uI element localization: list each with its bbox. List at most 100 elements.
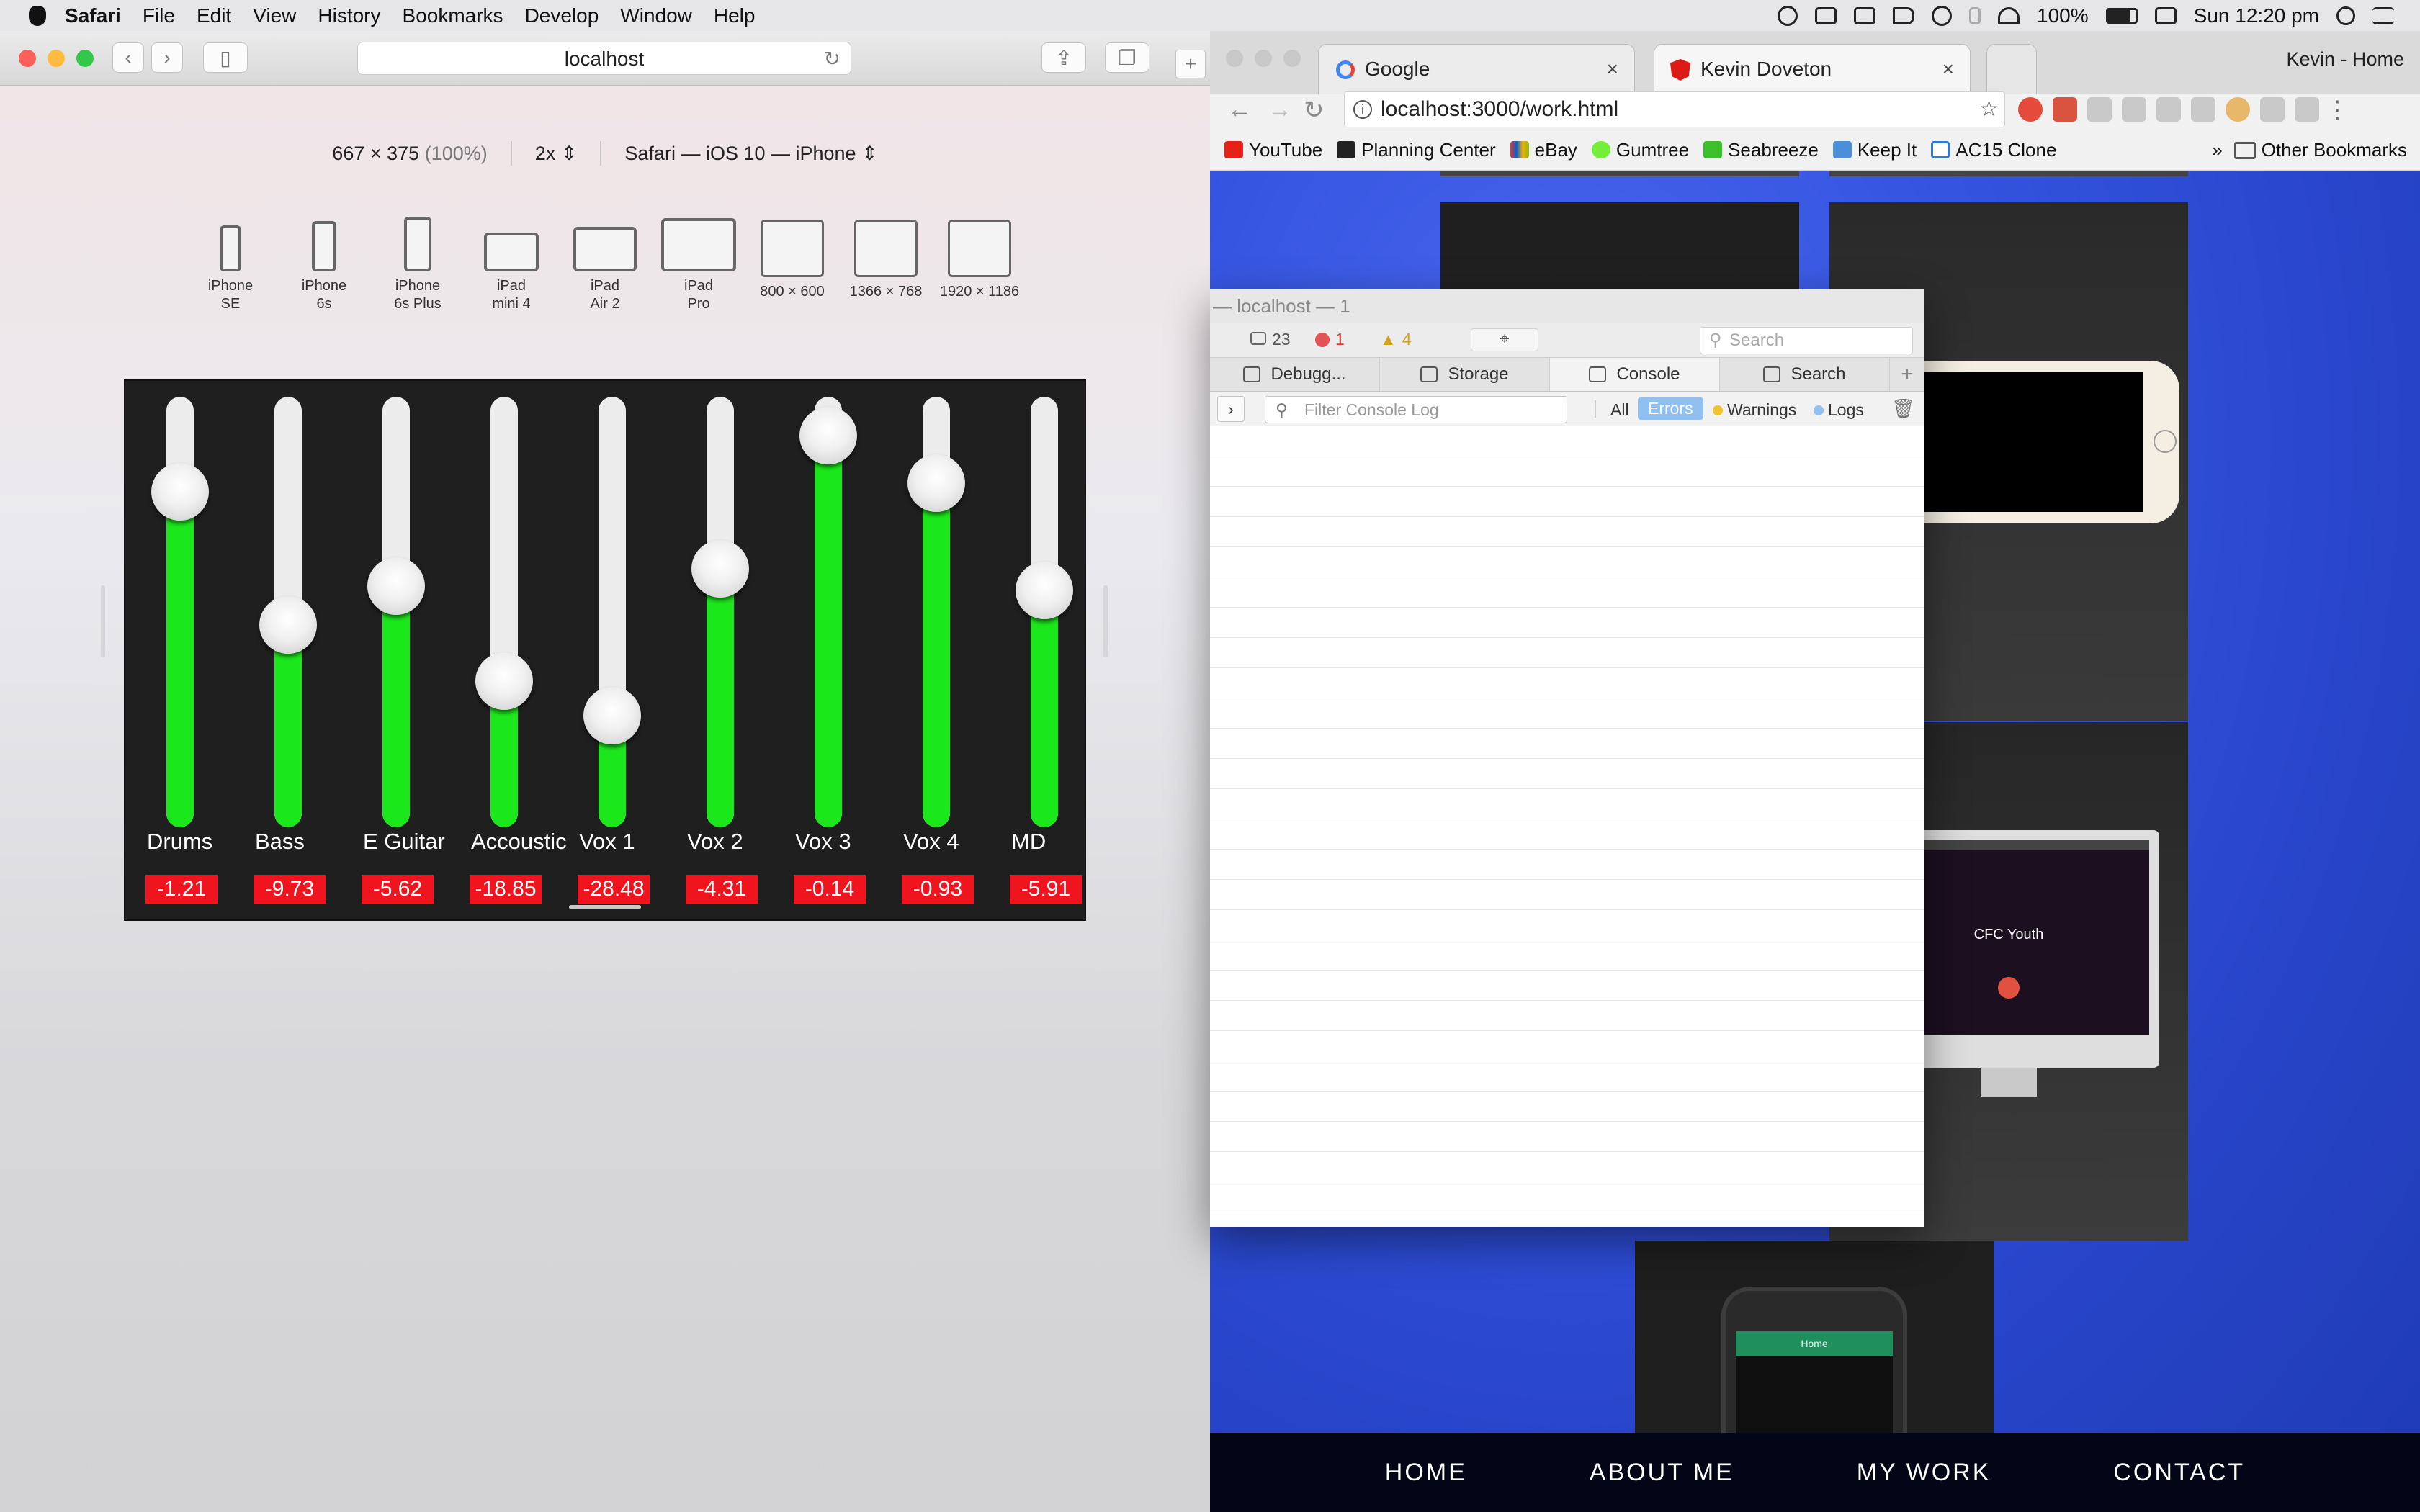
close-window-button[interactable]	[1226, 50, 1243, 67]
device-ipad-air-2[interactable]: iPad Air 2	[555, 225, 655, 313]
forward-button[interactable]: ›	[151, 42, 183, 73]
volume-icon[interactable]	[1893, 6, 1915, 24]
minimize-window-button[interactable]	[1255, 50, 1272, 67]
device-1366x768[interactable]: 1366 × 768	[835, 220, 936, 301]
nav-about-me[interactable]: ABOUT ME	[1590, 1459, 1734, 1487]
work-card-app[interactable]: Home	[1635, 1241, 1994, 1474]
filter-warnings[interactable]: Warnings	[1713, 400, 1796, 420]
cookie-extension-icon[interactable]	[2226, 97, 2250, 122]
device-ipad-pro[interactable]: iPad Pro	[648, 218, 749, 313]
resize-handle-bottom[interactable]	[569, 905, 641, 909]
reload-icon[interactable]: ↻	[1304, 96, 1325, 125]
tab-debugger[interactable]: Debugg...	[1210, 358, 1380, 391]
airplay-icon[interactable]	[1854, 6, 1876, 24]
ext-extension-icon[interactable]	[2156, 97, 2181, 122]
resize-handle-right[interactable]	[1103, 585, 1108, 657]
device-ipad-mini-4[interactable]: iPad mini 4	[461, 225, 562, 313]
nav-my-work[interactable]: MY WORK	[1857, 1459, 1991, 1487]
chrome-omnibox[interactable]: i localhost:3000/work.html ☆	[1344, 91, 2005, 127]
menu-file[interactable]: File	[143, 4, 175, 27]
menu-window[interactable]: Window	[620, 4, 692, 27]
bookmark-youtube[interactable]: YouTube	[1224, 139, 1322, 161]
new-tab-button[interactable]: +	[1175, 50, 1206, 78]
close-tab-icon[interactable]: ×	[1942, 58, 1954, 81]
filter-all[interactable]: All	[1610, 400, 1629, 420]
console-log-area[interactable]	[1210, 426, 1924, 1227]
warning-count[interactable]: ▲ 4	[1380, 330, 1412, 349]
tab-console[interactable]: Console	[1550, 358, 1720, 391]
menu-app-safari[interactable]: Safari	[65, 4, 121, 27]
bookmark-ebay[interactable]: eBay	[1510, 139, 1577, 161]
new-tab-button[interactable]	[1986, 44, 2037, 94]
filter-errors[interactable]: Errors	[1638, 397, 1703, 420]
chrome-profile[interactable]: Kevin - Home	[2286, 48, 2404, 71]
menu-bookmarks[interactable]: Bookmarks	[403, 4, 503, 27]
tab-google[interactable]: Google ×	[1318, 44, 1635, 94]
other-bookmarks[interactable]: » Other Bookmarks	[2212, 139, 2407, 161]
fader-track[interactable]	[166, 397, 194, 827]
device-iphone-6s[interactable]: iPhone 6s	[274, 221, 375, 313]
bookmark-seabreeze[interactable]: Seabreeze	[1703, 139, 1819, 161]
menu-develop[interactable]: Develop	[525, 4, 599, 27]
pixel-ratio-select[interactable]: 2x ⇕	[535, 143, 578, 165]
error-count[interactable]: 1	[1315, 330, 1345, 349]
bookmark-keep-it[interactable]: Keep It	[1832, 139, 1917, 161]
sidebar-toggle-button[interactable]: ▯	[203, 42, 248, 73]
menu-view[interactable]: View	[253, 4, 296, 27]
info-icon[interactable]: i	[1353, 100, 1372, 119]
js-extension-icon[interactable]	[2191, 97, 2215, 122]
inspector-search-field[interactable]: ⚲ Search	[1700, 327, 1913, 354]
close-window-button[interactable]	[19, 50, 36, 67]
spotlight-icon[interactable]	[2336, 6, 2355, 25]
menu-history[interactable]: History	[318, 4, 380, 27]
grid-extension-icon[interactable]	[2295, 97, 2319, 122]
reader-extension-icon[interactable]	[2260, 97, 2285, 122]
menu-help[interactable]: Help	[714, 4, 756, 27]
message-count[interactable]: 23	[1250, 330, 1291, 349]
fader-track[interactable]	[599, 397, 626, 827]
back-button[interactable]: ‹	[112, 42, 144, 73]
forward-arrow-icon[interactable]: →	[1268, 96, 1292, 124]
reload-icon[interactable]: ↻	[824, 42, 841, 76]
bookmark-ac15-clone[interactable]: AC15 Clone	[1931, 139, 2056, 161]
tab-kevin-doveton[interactable]: Kevin Doveton ×	[1654, 44, 1971, 94]
json-extension-icon[interactable]	[2122, 97, 2146, 122]
device-1920x1186[interactable]: 1920 × 1186	[929, 220, 1030, 301]
battery-icon[interactable]	[2105, 7, 2138, 24]
fader-knob[interactable]	[1016, 562, 1073, 619]
fader-track[interactable]	[707, 397, 734, 827]
element-picker-button[interactable]: ⌖	[1471, 328, 1538, 351]
bookmark-planning-center[interactable]: Planning Center	[1337, 139, 1496, 161]
nav-home[interactable]: HOME	[1385, 1459, 1467, 1487]
fader-knob[interactable]	[367, 557, 425, 615]
fader-knob[interactable]	[691, 540, 749, 598]
minimize-window-button[interactable]	[48, 50, 65, 67]
creative-cloud-icon[interactable]	[1778, 5, 1798, 26]
chrome-menu-icon[interactable]: ⋮	[2325, 96, 2349, 125]
cors-extension-icon[interactable]	[2053, 97, 2077, 122]
fader-knob[interactable]	[908, 454, 965, 512]
cloud-extension-icon[interactable]	[2087, 97, 2112, 122]
share-button[interactable]: ⇪	[1041, 42, 1086, 73]
user-agent-select[interactable]: Safari — iOS 10 — iPhone ⇕	[624, 143, 877, 165]
fader-knob[interactable]	[799, 407, 857, 464]
docker-icon[interactable]	[1815, 6, 1837, 24]
menubar-clock[interactable]: Sun 12:20 pm	[2194, 4, 2319, 27]
chevron-double-right-icon[interactable]: »	[2212, 139, 2222, 161]
zoom-window-button[interactable]	[76, 50, 94, 67]
fader-track[interactable]	[490, 397, 518, 827]
fader-knob[interactable]	[583, 687, 641, 744]
apple-menu-icon[interactable]	[29, 5, 46, 26]
display-mirroring-icon[interactable]	[2154, 6, 2177, 24]
device-iphone-se[interactable]: iPhone SE	[180, 225, 281, 313]
tab-storage[interactable]: Storage	[1380, 358, 1550, 391]
console-filter-input[interactable]: ⚲ Filter Console Log	[1265, 396, 1567, 423]
fader-knob[interactable]	[475, 652, 533, 710]
safari-address-bar[interactable]: localhost ↻	[357, 42, 851, 75]
filter-logs[interactable]: Logs	[1814, 400, 1864, 420]
console-prompt-toggle[interactable]: ›	[1217, 396, 1245, 422]
close-tab-icon[interactable]: ×	[1607, 58, 1618, 81]
fader-knob[interactable]	[151, 463, 209, 521]
tabs-overview-button[interactable]: ❐	[1105, 42, 1150, 73]
add-tab-button[interactable]: +	[1890, 358, 1924, 391]
